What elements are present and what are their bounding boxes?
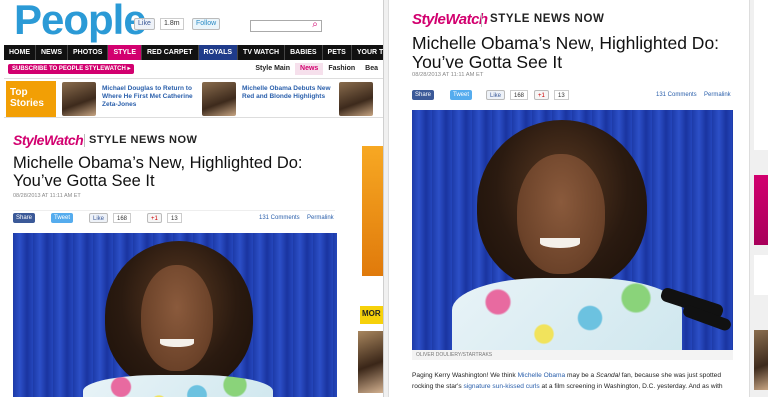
search-icon[interactable]: ⌕ xyxy=(309,19,321,31)
top-stories-strip: Top Stories Michael Douglas to Return to… xyxy=(4,78,383,118)
nav-tv-watch[interactable]: TV WATCH xyxy=(238,45,286,60)
sidebar-blank xyxy=(754,0,768,150)
facebook-like-button[interactable]: Like xyxy=(134,18,155,30)
subnav-beauty[interactable]: Bea xyxy=(360,63,383,75)
photo-credit: OLIVER DOULIERY/STARTRAKS xyxy=(412,350,733,360)
nav-photos[interactable]: PHOTOS xyxy=(68,45,109,60)
sidebar-blank xyxy=(754,255,768,295)
article-body: Paging Kerry Washington! We think Michel… xyxy=(412,370,734,392)
story-link[interactable]: Michelle Obama Debuts New Red and Blonde… xyxy=(242,85,334,101)
nav-red-carpet[interactable]: RED CARPET xyxy=(142,45,199,60)
body-emphasis: Scandal xyxy=(596,372,620,379)
article-card: StyleWatch STYLE NEWS NOW Michelle Obama… xyxy=(4,126,346,397)
main-nav: HOME NEWS PHOTOS STYLE RED CARPET ROYALS… xyxy=(4,45,383,60)
story-thumbnail[interactable] xyxy=(202,82,236,116)
divider xyxy=(84,134,85,147)
like-count: 168 xyxy=(113,213,132,223)
screenshot-frame: People Like 1.8m Follow ⌕ HOME NEWS PHOT… xyxy=(0,0,768,397)
nav-news[interactable]: NEWS xyxy=(36,45,68,60)
stylewatch-logo[interactable]: StyleWatch xyxy=(13,132,84,148)
tweet-button[interactable]: Tweet xyxy=(51,213,74,223)
subnav-style-main[interactable]: Style Main xyxy=(250,63,295,75)
comments-link[interactable]: 131 Comments xyxy=(656,92,697,98)
smile-shape xyxy=(160,339,194,347)
top-stories-label: Top Stories xyxy=(6,81,56,117)
like-count: 168 xyxy=(510,90,529,100)
like-count: 1.8m xyxy=(160,18,184,30)
nav-pets[interactable]: PETS xyxy=(323,45,352,60)
like-button[interactable]: Like xyxy=(486,90,506,100)
story-thumbnail[interactable] xyxy=(62,82,96,116)
twitter-follow-button[interactable]: Follow xyxy=(192,18,221,30)
sidebar-thumbnail[interactable] xyxy=(754,330,768,390)
sidebar-ad[interactable] xyxy=(362,146,383,276)
subscribe-button[interactable]: SUBSCRIBE TO PEOPLE STYLEWATCH ▸ xyxy=(8,64,135,74)
subnav-fashion[interactable]: Fashion xyxy=(323,63,360,75)
comments-link[interactable]: 131 Comments xyxy=(259,215,300,221)
google-plus-count: 13 xyxy=(167,213,182,223)
smile-shape xyxy=(540,238,580,248)
body-link[interactable]: signature sun-kissed curls xyxy=(463,383,539,390)
article-date: 08/28/2013 AT 11:11 AM ET xyxy=(13,193,81,199)
like-button[interactable]: Like xyxy=(89,213,109,223)
body-link[interactable]: Michelle Obama xyxy=(518,372,566,379)
nav-royals[interactable]: ROYALS xyxy=(198,45,239,60)
face-shape xyxy=(517,154,605,274)
share-bar: Share Tweet Like 168 +1 13 131 Comments … xyxy=(412,88,736,102)
sidebar-blank xyxy=(362,276,383,306)
style-subnav: Style Main News Fashion Bea xyxy=(250,63,383,75)
article-photo xyxy=(412,110,733,350)
zoomed-article-view: StyleWatch STYLE NEWS NOW Michelle Obama… xyxy=(384,0,768,397)
article-headline: Michelle Obama’s New, Highlighted Do: Yo… xyxy=(13,154,303,190)
body-text: at a film screening in Washington, D.C. … xyxy=(539,383,723,390)
article-photo xyxy=(13,233,337,397)
nav-style[interactable]: STYLE xyxy=(108,45,142,60)
sidebar-thumbnail[interactable] xyxy=(358,331,383,393)
facebook-share-button[interactable]: Share xyxy=(412,90,435,100)
article-panel: StyleWatch STYLE NEWS NOW Michelle Obama… xyxy=(388,0,750,397)
google-plus-button[interactable]: +1 xyxy=(147,213,162,223)
like-label: Like xyxy=(138,20,151,27)
section-title: STYLE NEWS NOW xyxy=(89,134,198,146)
people-logo[interactable]: People xyxy=(14,0,147,44)
follow-label: Follow xyxy=(196,20,217,27)
nav-babies[interactable]: BABIES xyxy=(285,45,323,60)
share-bar: Share Tweet Like 168 +1 13 131 Comments … xyxy=(13,210,335,224)
story-link[interactable]: Michael Douglas to Return to Where He Fi… xyxy=(102,85,194,109)
dress-shape xyxy=(452,278,682,350)
nav-home[interactable]: HOME xyxy=(4,45,36,60)
nav-your-turn[interactable]: YOUR TURN xyxy=(352,45,383,60)
body-text: may be a xyxy=(565,372,596,379)
section-title: STYLE NEWS NOW xyxy=(490,13,605,25)
stylewatch-logo[interactable]: StyleWatch xyxy=(412,11,488,28)
face-shape xyxy=(141,265,213,371)
more-heading: MOR xyxy=(360,306,383,324)
body-text: Paging Kerry Washington! We think xyxy=(412,372,518,379)
sidebar-ad[interactable] xyxy=(754,175,768,245)
google-plus-button[interactable]: +1 xyxy=(534,90,549,100)
article-headline: Michelle Obama’s New, Highlighted Do: Yo… xyxy=(412,33,720,72)
article-date: 08/28/2013 AT 11:11 AM ET xyxy=(412,72,484,78)
subnav-news[interactable]: News xyxy=(295,63,324,75)
permalink-link[interactable]: Permalink xyxy=(704,92,731,98)
google-plus-count: 13 xyxy=(554,90,569,100)
story-thumbnail[interactable] xyxy=(339,82,373,116)
dress-shape xyxy=(83,375,273,397)
people-page-view: People Like 1.8m Follow ⌕ HOME NEWS PHOT… xyxy=(0,0,383,397)
permalink-link[interactable]: Permalink xyxy=(307,215,334,221)
tweet-button[interactable]: Tweet xyxy=(450,90,473,100)
divider xyxy=(481,13,482,27)
facebook-share-button[interactable]: Share xyxy=(13,213,36,223)
